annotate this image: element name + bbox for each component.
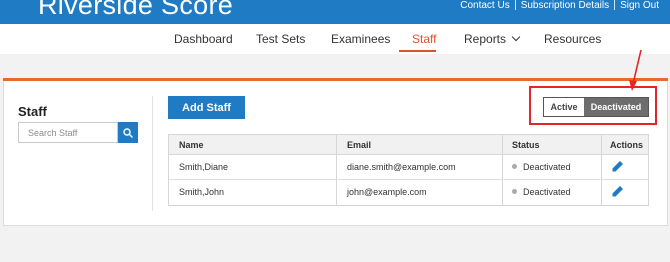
subscription-details-link[interactable]: Subscription Details bbox=[516, 0, 614, 11]
top-links: Contact Us Subscription Details Sign Out bbox=[455, 0, 664, 12]
table-row: Smith,Diane diane.smith@example.com Deac… bbox=[169, 155, 648, 180]
column-header-name[interactable]: Name bbox=[179, 140, 204, 150]
cell-name: Smith,Diane bbox=[179, 162, 229, 172]
active-nav-indicator bbox=[399, 50, 436, 52]
nav-item-reports-label: Reports bbox=[464, 32, 507, 46]
panel-divider bbox=[152, 96, 153, 211]
table-row: Smith,John john@example.com Deactivated bbox=[169, 180, 648, 205]
staff-table: Name Email Status Actions Smith,Diane di… bbox=[168, 134, 649, 206]
table-header: Name Email Status Actions bbox=[169, 135, 648, 155]
status-text: Deactivated bbox=[523, 162, 571, 172]
column-header-email[interactable]: Email bbox=[347, 140, 371, 150]
chevron-down-icon bbox=[511, 32, 521, 42]
main-nav: Dashboard Test Sets Examinees Staff Repo… bbox=[0, 24, 670, 54]
status-dot-icon bbox=[512, 164, 517, 169]
cell-email: john@example.com bbox=[347, 187, 427, 197]
sign-out-link[interactable]: Sign Out bbox=[615, 0, 664, 11]
pencil-icon[interactable] bbox=[611, 185, 624, 198]
nav-item-resources[interactable]: Resources bbox=[544, 32, 601, 46]
nav-item-reports[interactable]: Reports bbox=[464, 32, 521, 46]
cell-status: Deactivated bbox=[512, 187, 571, 197]
sidebar-title: Staff bbox=[18, 104, 47, 119]
nav-item-staff[interactable]: Staff bbox=[412, 32, 436, 46]
pencil-icon[interactable] bbox=[611, 160, 624, 173]
annotation-highlight-box bbox=[529, 86, 657, 125]
add-staff-button[interactable]: Add Staff bbox=[168, 96, 245, 119]
nav-item-dashboard[interactable]: Dashboard bbox=[174, 32, 233, 46]
search-button[interactable] bbox=[118, 122, 138, 143]
contact-us-link[interactable]: Contact Us bbox=[455, 0, 514, 11]
status-dot-icon bbox=[512, 189, 517, 194]
cell-status: Deactivated bbox=[512, 162, 571, 172]
search-icon bbox=[123, 127, 133, 138]
cell-name: Smith,John bbox=[179, 187, 225, 197]
nav-item-test-sets[interactable]: Test Sets bbox=[256, 32, 305, 46]
app-logo-title[interactable]: Riverside Score bbox=[38, 0, 233, 21]
column-header-actions: Actions bbox=[610, 140, 644, 150]
nav-item-examinees[interactable]: Examinees bbox=[331, 32, 390, 46]
column-header-status[interactable]: Status bbox=[512, 140, 540, 150]
cell-email: diane.smith@example.com bbox=[347, 162, 456, 172]
search-staff-input[interactable] bbox=[18, 122, 118, 143]
status-text: Deactivated bbox=[523, 187, 571, 197]
top-brand-bar: Riverside Score Contact Us Subscription … bbox=[0, 0, 670, 24]
